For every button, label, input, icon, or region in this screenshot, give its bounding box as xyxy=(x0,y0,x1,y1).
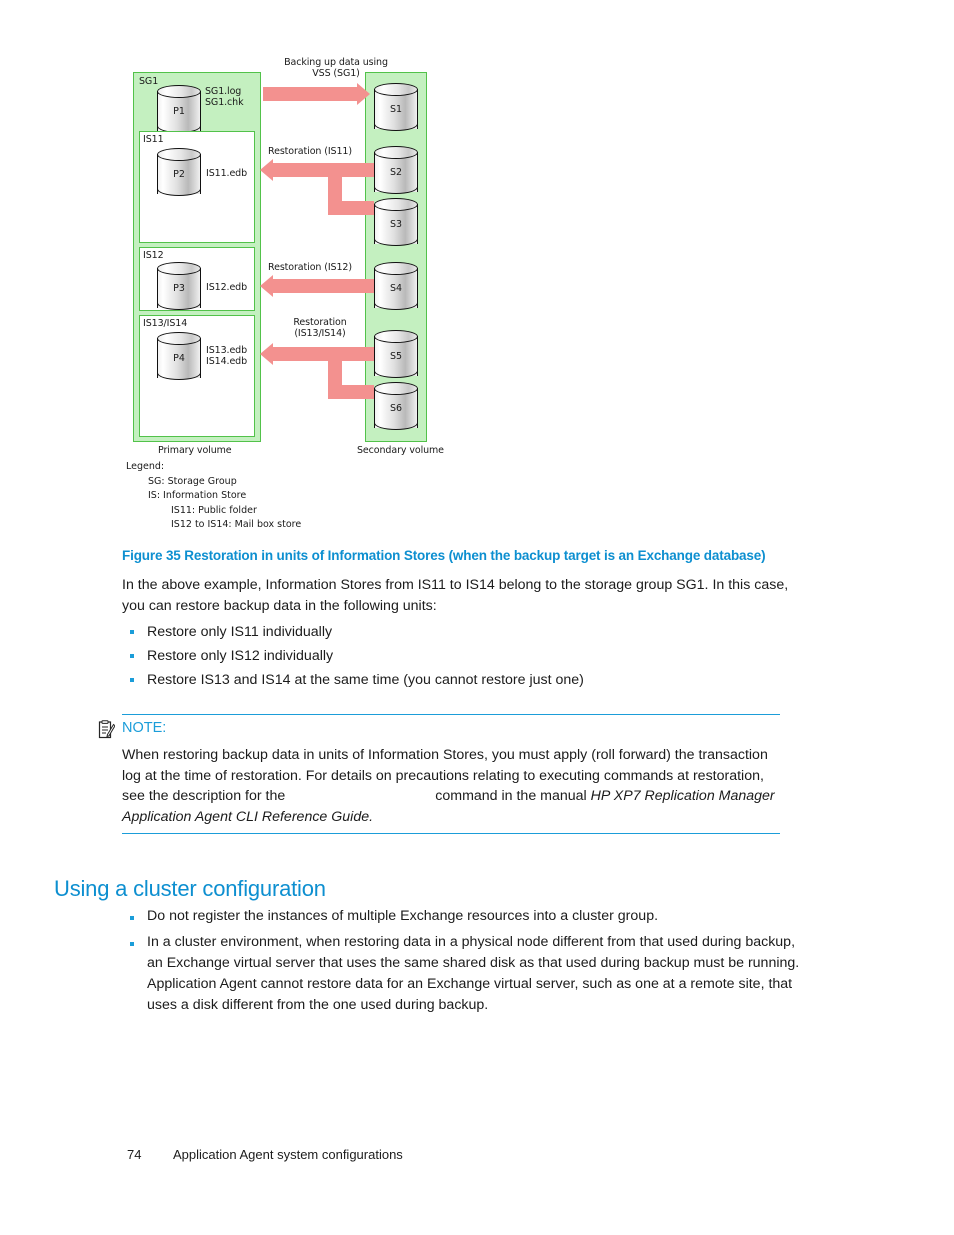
cylinder-label: S1 xyxy=(389,103,403,115)
restore-is12-shaft xyxy=(273,279,374,293)
section-heading: Using a cluster configuration xyxy=(54,876,326,901)
restore-is13-is14-bracket-branch xyxy=(328,385,374,399)
figure-illustration: SG1 P1 SG1.log SG1.chk IS11 P2 IS11.edb … xyxy=(0,0,954,530)
footer-chapter-title: Application Agent system configurations xyxy=(173,1147,403,1162)
sg1-files-label: SG1.log SG1.chk xyxy=(205,86,244,108)
restore-is13-is14-head xyxy=(260,343,273,365)
is11-label: IS11 xyxy=(143,134,164,145)
cylinder-label: S3 xyxy=(389,218,403,230)
figure-caption: Figure 35 Restoration in units of Inform… xyxy=(122,548,766,563)
legend-title: Legend: xyxy=(126,461,165,472)
cylinder-p3: P3 xyxy=(157,262,201,314)
cylinder-label: P3 xyxy=(173,282,185,294)
note-bottom-divider xyxy=(122,833,780,834)
legend-line-is12-14: IS12 to IS14: Mail box store xyxy=(171,519,302,530)
backup-arrow-label: Backing up data using VSS (SG1) xyxy=(284,57,388,79)
legend-line-sg: SG: Storage Group xyxy=(148,475,237,487)
note-text-part2: command in the manual xyxy=(435,788,587,804)
note-title: NOTE: xyxy=(122,720,167,736)
secondary-volume-caption: Secondary volume xyxy=(357,445,444,456)
is11-files-label: IS11.edb xyxy=(206,168,248,179)
list-item: Restore IS13 and IS14 at the same time (… xyxy=(122,668,804,692)
cylinder-label: S4 xyxy=(389,282,403,294)
cylinder-p1: P1 xyxy=(157,85,201,137)
restore-is11-shaft xyxy=(273,163,374,177)
cylinder-s6: S6 xyxy=(374,382,418,434)
restore-is12-arrow-label: Restoration (IS12) xyxy=(268,262,352,273)
storage-group-label: SG1 xyxy=(139,76,159,87)
note-text: When restoring backup data in units of I… xyxy=(122,745,782,827)
cylinder-p2: P2 xyxy=(157,148,201,200)
note-top-divider xyxy=(122,714,780,715)
cylinder-s2: S2 xyxy=(374,146,418,198)
list-item: Restore only IS12 individually xyxy=(122,644,804,668)
is12-label: IS12 xyxy=(143,250,164,261)
diagram-legend: Legend: SG: Storage Group IS: Informatio… xyxy=(126,460,526,533)
cylinder-label: P4 xyxy=(173,352,185,364)
backup-arrow-shaft xyxy=(263,87,357,101)
list-item: In a cluster environment, when restoring… xyxy=(122,932,804,1016)
list-item: Restore only IS11 individually xyxy=(122,620,804,644)
cluster-bullets-list: Do not register the instances of multipl… xyxy=(122,906,804,1021)
restore-is12-head xyxy=(260,275,273,297)
cylinder-label: S5 xyxy=(389,350,403,362)
cylinder-label: P1 xyxy=(173,105,185,117)
legend-line-is11: IS11: Public folder xyxy=(171,504,257,516)
page-number: 74 xyxy=(127,1147,142,1162)
page-footer: 74 Application Agent system configuration… xyxy=(127,1146,727,1164)
restore-units-list: Restore only IS11 individually Restore o… xyxy=(122,620,804,692)
is13-is14-files-label: IS13.edb IS14.edb xyxy=(206,345,248,367)
cylinder-s5: S5 xyxy=(374,330,418,382)
restore-is13-is14-shaft xyxy=(273,347,374,361)
backup-arrow-head xyxy=(357,83,370,105)
note-clipboard-icon xyxy=(98,720,116,739)
cylinder-label: S2 xyxy=(389,166,403,178)
restore-is13-is14-arrow-label: Restoration (IS13/IS14) xyxy=(293,317,347,339)
legend-line-is: IS: Information Store xyxy=(148,490,247,501)
restore-is11-bracket-branch xyxy=(328,201,374,215)
list-item: Do not register the instances of multipl… xyxy=(122,906,804,927)
restoration-diagram: SG1 P1 SG1.log SG1.chk IS11 P2 IS11.edb … xyxy=(125,55,465,456)
cylinder-label: P2 xyxy=(173,168,185,180)
cylinder-label: S6 xyxy=(389,402,403,414)
intro-paragraph: In the above example, Information Stores… xyxy=(122,577,789,614)
cylinder-s4: S4 xyxy=(374,262,418,314)
restore-is11-head xyxy=(260,159,273,181)
restore-is11-arrow-label: Restoration (IS11) xyxy=(268,146,352,157)
is13-is14-label: IS13/IS14 xyxy=(143,318,188,329)
cylinder-s1: S1 xyxy=(374,83,418,135)
is12-files-label: IS12.edb xyxy=(206,282,248,293)
primary-volume-caption: Primary volume xyxy=(158,445,232,456)
cylinder-s3: S3 xyxy=(374,198,418,250)
cylinder-p4: P4 xyxy=(157,332,201,384)
